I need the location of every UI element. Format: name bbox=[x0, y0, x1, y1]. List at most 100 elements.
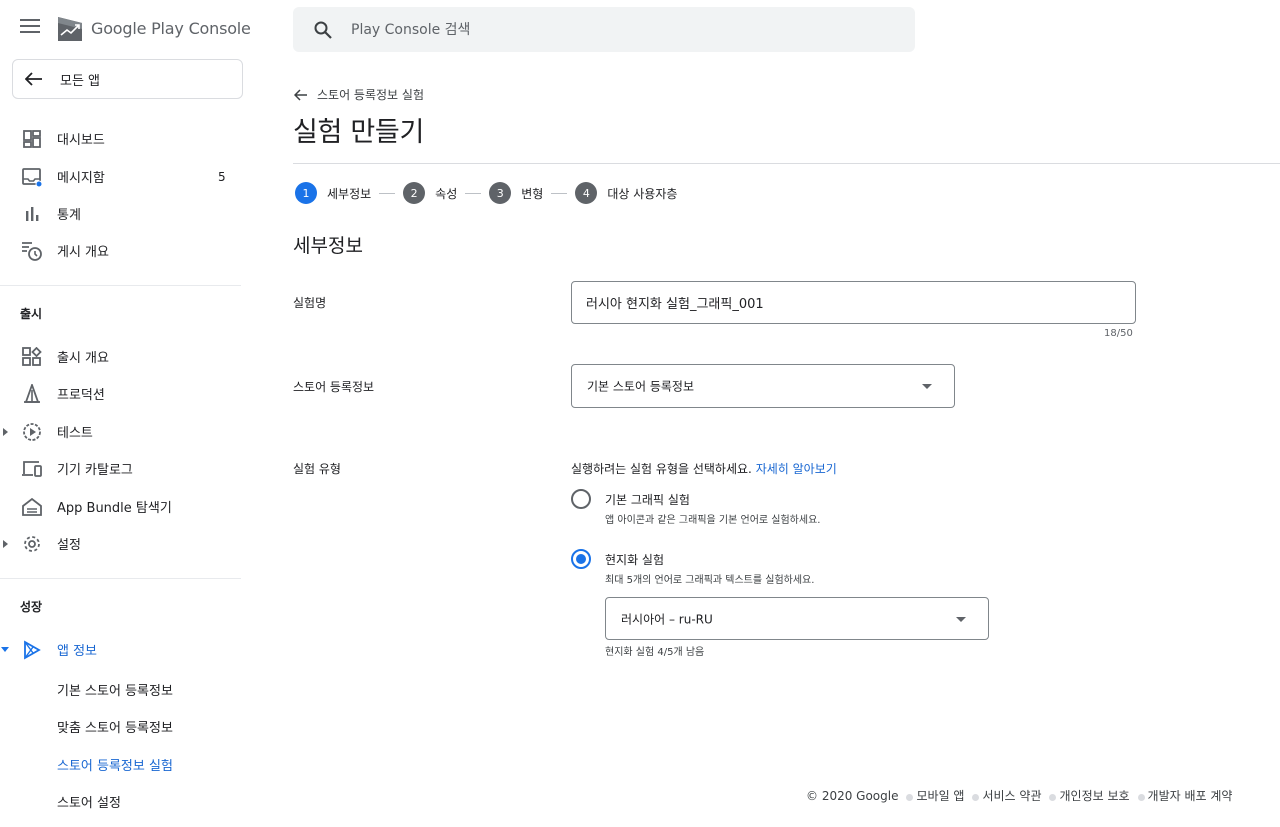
step-label: 변형 bbox=[521, 186, 544, 201]
language-select[interactable]: 러시아어 – ru-RU bbox=[605, 597, 989, 640]
sidebar-item-dashboard[interactable]: 대시보드 bbox=[0, 120, 256, 157]
step-number: 2 bbox=[403, 182, 426, 204]
experiment-type-helper: 실행하려는 실험 유형을 선택하세요. 자세히 알아보기 bbox=[571, 460, 837, 477]
learn-more-link[interactable]: 자세히 알아보기 bbox=[756, 462, 837, 476]
sidebar-item-label: 앱 정보 bbox=[57, 644, 98, 659]
gear-icon bbox=[21, 533, 43, 555]
sidebar-item-publishing-overview[interactable]: 게시 개요 bbox=[0, 232, 256, 269]
sidebar-item-release-overview[interactable]: 출시 개요 bbox=[0, 338, 256, 375]
experiment-name-field bbox=[571, 281, 1136, 324]
step-details[interactable]: 1 세부정보 bbox=[295, 182, 371, 204]
step-connector bbox=[551, 192, 568, 194]
dropdown-arrow-icon bbox=[956, 616, 966, 622]
arrow-back-icon bbox=[294, 88, 307, 101]
footer-separator bbox=[1137, 794, 1145, 801]
sidebar-divider bbox=[0, 285, 241, 286]
sidebar: Google Play Console 모든 앱 대시보드 메시지함 5 통계 … bbox=[0, 0, 256, 827]
step-label: 속성 bbox=[435, 186, 458, 201]
sidebar-item-testing[interactable]: 테스트 bbox=[0, 413, 256, 450]
sidebar-item-label: App Bundle 탐색기 bbox=[57, 501, 172, 516]
step-number: 3 bbox=[489, 182, 512, 204]
back-to-experiments-link[interactable]: 스토어 등록정보 실험 bbox=[294, 86, 424, 103]
sidebar-item-app-bundle-explorer[interactable]: App Bundle 탐색기 bbox=[0, 488, 256, 525]
radio-default-graphics[interactable] bbox=[571, 489, 591, 509]
menu-icon[interactable] bbox=[20, 19, 40, 37]
back-link-label: 스토어 등록정보 실험 bbox=[317, 88, 424, 102]
play-console-logo-icon bbox=[58, 17, 82, 41]
sidebar-item-app-info[interactable]: 앱 정보 bbox=[0, 631, 256, 668]
option-default-graphics-desc: 앱 아이콘과 같은 그래픽을 기본 언어로 실험하세요. bbox=[605, 515, 821, 526]
app-bundle-icon bbox=[21, 496, 43, 518]
step-number: 1 bbox=[295, 182, 317, 204]
sidebar-subitem-store-listing-experiments[interactable]: 스토어 등록정보 실험 bbox=[57, 755, 173, 774]
step-connector bbox=[465, 192, 482, 194]
sidebar-item-label: 대시보드 bbox=[57, 133, 105, 148]
release-overview-icon bbox=[21, 346, 43, 368]
option-default-graphics-title[interactable]: 기본 그래픽 실험 bbox=[605, 491, 690, 508]
arrow-back-icon bbox=[25, 72, 42, 86]
title-divider bbox=[293, 163, 1280, 164]
option-localized-desc: 최대 5개의 언어로 그래픽과 텍스트를 실험하세요. bbox=[605, 575, 815, 586]
step-variants[interactable]: 3 변형 bbox=[489, 182, 543, 204]
experiment-name-label: 실험명 bbox=[293, 296, 327, 310]
section-heading: 세부정보 bbox=[293, 235, 363, 257]
expand-arrow-icon[interactable] bbox=[3, 539, 8, 548]
sidebar-section-growth: 성장 bbox=[20, 600, 43, 614]
footer-link-privacy[interactable]: 개인정보 보호 bbox=[1059, 787, 1129, 804]
step-audience[interactable]: 4 대상 사용자층 bbox=[575, 182, 677, 204]
search-bar bbox=[293, 7, 915, 52]
all-apps-button[interactable]: 모든 앱 bbox=[12, 59, 243, 99]
expand-arrow-icon[interactable] bbox=[3, 427, 8, 436]
inbox-icon bbox=[21, 166, 43, 188]
inbox-count-badge: 5 bbox=[218, 169, 226, 184]
sidebar-item-label: 메시지함 bbox=[57, 171, 105, 186]
sidebar-section-release: 출시 bbox=[20, 307, 43, 321]
sidebar-item-inbox[interactable]: 메시지함 5 bbox=[0, 158, 256, 195]
sidebar-item-label: 통계 bbox=[57, 208, 81, 223]
sidebar-item-device-catalog[interactable]: 기기 카탈로그 bbox=[0, 450, 256, 487]
experiment-type-helper-text: 실행하려는 실험 유형을 선택하세요. bbox=[571, 462, 752, 476]
sidebar-subitem-main-store-listing[interactable]: 기본 스토어 등록정보 bbox=[57, 680, 173, 699]
play-store-icon bbox=[21, 639, 43, 661]
sidebar-item-statistics[interactable]: 통계 bbox=[0, 195, 256, 232]
footer-separator bbox=[906, 794, 914, 801]
step-attributes[interactable]: 2 속성 bbox=[403, 182, 457, 204]
sidebar-item-label: 출시 개요 bbox=[57, 351, 109, 366]
remaining-experiments-text: 현지화 실험 4/5개 남음 bbox=[605, 647, 705, 658]
step-connector bbox=[379, 192, 396, 194]
footer-link-developer-agreement[interactable]: 개발자 배포 계약 bbox=[1148, 787, 1233, 804]
dropdown-arrow-icon bbox=[922, 384, 932, 389]
footer-separator bbox=[1049, 794, 1057, 801]
store-listing-value: 기본 스토어 등록정보 bbox=[587, 379, 694, 394]
store-listing-select[interactable]: 기본 스토어 등록정보 bbox=[571, 364, 955, 408]
radio-localized[interactable] bbox=[571, 549, 591, 569]
stepper: 1 세부정보 2 속성 3 변형 4 대상 사용자층 bbox=[295, 181, 677, 205]
store-listing-label: 스토어 등록정보 bbox=[293, 380, 375, 394]
footer-separator bbox=[972, 794, 980, 801]
step-number: 4 bbox=[575, 182, 598, 204]
bar-chart-icon bbox=[21, 203, 43, 225]
sidebar-item-production[interactable]: 프로덕션 bbox=[0, 375, 256, 412]
footer: © 2020 Google 모바일 앱 서비스 약관 개인정보 보호 개발자 배… bbox=[806, 787, 1232, 804]
sidebar-item-label: 설정 bbox=[57, 538, 81, 553]
search-input[interactable] bbox=[351, 7, 891, 52]
schedule-list-icon bbox=[21, 240, 43, 262]
collapse-arrow-icon[interactable] bbox=[1, 647, 9, 652]
step-label: 세부정보 bbox=[327, 186, 372, 201]
all-apps-label: 모든 앱 bbox=[60, 73, 101, 89]
footer-link-mobile-app[interactable]: 모바일 앱 bbox=[916, 787, 964, 804]
sidebar-subitem-custom-store-listing[interactable]: 맞춤 스토어 등록정보 bbox=[57, 717, 173, 736]
search-icon[interactable] bbox=[313, 20, 333, 40]
play-circle-icon bbox=[21, 421, 43, 443]
sidebar-item-settings[interactable]: 설정 bbox=[0, 525, 256, 562]
play-console-logo[interactable]: Google Play Console bbox=[57, 14, 251, 42]
sidebar-item-label: 기기 카탈로그 bbox=[57, 463, 133, 478]
sidebar-subitem-store-settings[interactable]: 스토어 설정 bbox=[57, 792, 121, 811]
footer-link-terms[interactable]: 서비스 약관 bbox=[982, 787, 1041, 804]
language-value: 러시아어 – ru-RU bbox=[621, 612, 713, 626]
experiment-name-input[interactable] bbox=[572, 282, 1135, 323]
footer-copyright: © 2020 Google bbox=[806, 788, 899, 803]
character-counter: 18/50 bbox=[1104, 328, 1133, 339]
option-localized-title[interactable]: 현지화 실험 bbox=[605, 551, 664, 568]
logo-text: Google Play Console bbox=[91, 19, 251, 38]
